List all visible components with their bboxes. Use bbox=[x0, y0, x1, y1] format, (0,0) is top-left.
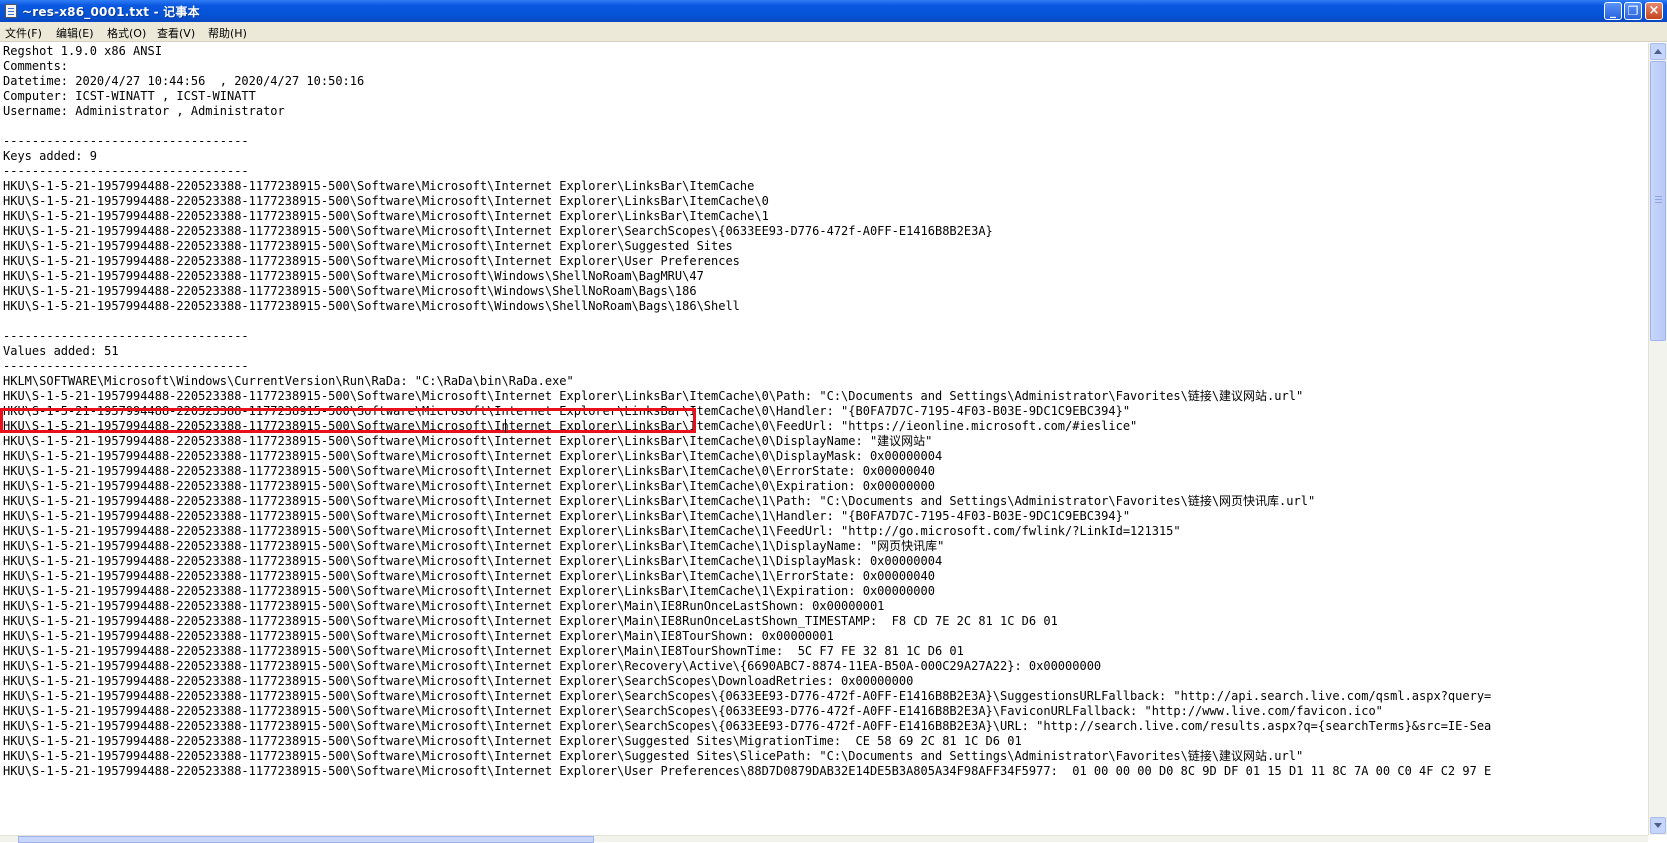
menu-view[interactable]: 查看(V) bbox=[157, 25, 195, 41]
text-line bbox=[3, 119, 1491, 134]
text-line: Username: Administrator , Administrator bbox=[3, 104, 285, 118]
text-line bbox=[3, 314, 1491, 329]
minimize-button[interactable]: _ bbox=[1604, 2, 1622, 20]
text-line: HKU\S-1-5-21-1957994488-220523388-117723… bbox=[3, 644, 964, 658]
menu-edit[interactable]: 编辑(E) bbox=[56, 25, 94, 41]
arrow-up-icon bbox=[1654, 49, 1662, 54]
text-line: Datetime: 2020/4/27 10:44:56 , 2020/4/27… bbox=[3, 74, 365, 88]
text-line: HKU\S-1-5-21-1957994488-220523388-117723… bbox=[3, 659, 1102, 673]
arrow-down-icon bbox=[1654, 823, 1662, 828]
text-line: HKU\S-1-5-21-1957994488-220523388-117723… bbox=[3, 269, 704, 283]
text-line: HKU\S-1-5-21-1957994488-220523388-117723… bbox=[3, 719, 1492, 733]
text-line: HKU\S-1-5-21-1957994488-220523388-117723… bbox=[3, 479, 935, 493]
scrollbar-thumb[interactable] bbox=[1650, 61, 1666, 341]
text-line: Comments: bbox=[3, 59, 69, 73]
text-line: ---------------------------------- bbox=[3, 329, 249, 343]
text-line: HKU\S-1-5-21-1957994488-220523388-117723… bbox=[3, 614, 1058, 628]
text-line: HKU\S-1-5-21-1957994488-220523388-117723… bbox=[3, 389, 1304, 403]
text-line: HKU\S-1-5-21-1957994488-220523388-117723… bbox=[3, 584, 935, 598]
text-editor[interactable]: Regshot 1.9.0 x86 ANSI Comments: Datetime:… bbox=[0, 43, 1648, 835]
text-line: HKU\S-1-5-21-1957994488-220523388-117723… bbox=[3, 734, 1022, 748]
text-line: Keys added: 9 bbox=[3, 149, 97, 163]
text-line: HKU\S-1-5-21-1957994488-220523388-117723… bbox=[3, 239, 733, 253]
text-line: HKU\S-1-5-21-1957994488-220523388-117723… bbox=[3, 524, 1181, 538]
text-line: HKU\S-1-5-21-1957994488-220523388-117723… bbox=[3, 554, 943, 568]
text-caret bbox=[505, 419, 506, 433]
text-line: HKU\S-1-5-21-1957994488-220523388-117723… bbox=[3, 539, 945, 553]
text-line: HKU\S-1-5-21-1957994488-220523388-117723… bbox=[3, 689, 1492, 703]
window-title: ~res-x86_0001.txt - 记事本 bbox=[22, 5, 200, 19]
text-line: HKU\S-1-5-21-1957994488-220523388-117723… bbox=[3, 674, 914, 688]
text-line: ---------------------------------- bbox=[3, 164, 249, 178]
text-line: Regshot 1.9.0 x86 ANSI bbox=[3, 44, 162, 58]
menu-file[interactable]: 文件(F) bbox=[5, 25, 42, 41]
text-line: HKU\S-1-5-21-1957994488-220523388-117723… bbox=[3, 749, 1304, 763]
text-line: HKU\S-1-5-21-1957994488-220523388-117723… bbox=[3, 629, 834, 643]
text-line: HKU\S-1-5-21-1957994488-220523388-117723… bbox=[3, 569, 935, 583]
text-line: HKU\S-1-5-21-1957994488-220523388-117723… bbox=[3, 449, 943, 463]
highlighted-line: HKLM\SOFTWARE\Microsoft\Windows\CurrentV… bbox=[3, 374, 574, 388]
text-line: HKU\S-1-5-21-1957994488-220523388-117723… bbox=[3, 494, 1316, 508]
text-line: HKU\S-1-5-21-1957994488-220523388-117723… bbox=[3, 224, 993, 238]
close-button[interactable]: × bbox=[1645, 2, 1663, 20]
notepad-icon[interactable] bbox=[5, 4, 17, 18]
text-line: HKU\S-1-5-21-1957994488-220523388-117723… bbox=[3, 284, 697, 298]
text-line: HKU\S-1-5-21-1957994488-220523388-117723… bbox=[3, 464, 935, 478]
text-line: HKU\S-1-5-21-1957994488-220523388-117723… bbox=[3, 434, 933, 448]
text-line: ---------------------------------- bbox=[3, 134, 249, 148]
horizontal-scrollbar[interactable] bbox=[0, 835, 1648, 843]
vertical-scrollbar[interactable] bbox=[1648, 43, 1667, 835]
text-line: HKU\S-1-5-21-1957994488-220523388-117723… bbox=[3, 179, 755, 193]
text-line: HKU\S-1-5-21-1957994488-220523388-117723… bbox=[3, 254, 740, 268]
text-line: HKU\S-1-5-21-1957994488-220523388-117723… bbox=[3, 209, 769, 223]
text-line: Values added: 51 bbox=[3, 344, 119, 358]
text-line: HKU\S-1-5-21-1957994488-220523388-117723… bbox=[3, 299, 740, 313]
text-line: Computer: ICST-WINATT , ICST-WINATT bbox=[3, 89, 256, 103]
title-bar[interactable]: ~res-x86_0001.txt - 记事本 _ ❐ × bbox=[0, 0, 1667, 22]
menu-bar: 文件(F) 编辑(E) 格式(O) 查看(V) 帮助(H) bbox=[0, 22, 1667, 42]
menu-help[interactable]: 帮助(H) bbox=[208, 25, 247, 41]
text-line: HKU\S-1-5-21-1957994488-220523388-117723… bbox=[3, 509, 1131, 523]
scroll-up-button[interactable] bbox=[1650, 43, 1666, 60]
text-line: HKU\S-1-5-21-1957994488-220523388-117723… bbox=[3, 599, 885, 613]
menu-format[interactable]: 格式(O) bbox=[107, 25, 146, 41]
highlight-annotation-box bbox=[0, 408, 696, 433]
scroll-down-button[interactable] bbox=[1650, 817, 1666, 834]
text-line: HKU\S-1-5-21-1957994488-220523388-117723… bbox=[3, 764, 1492, 778]
text-line: HKU\S-1-5-21-1957994488-220523388-117723… bbox=[3, 194, 769, 208]
maximize-button[interactable]: ❐ bbox=[1624, 2, 1642, 20]
text-line: HKU\S-1-5-21-1957994488-220523388-117723… bbox=[3, 704, 1383, 718]
text-line: ---------------------------------- bbox=[3, 359, 249, 373]
